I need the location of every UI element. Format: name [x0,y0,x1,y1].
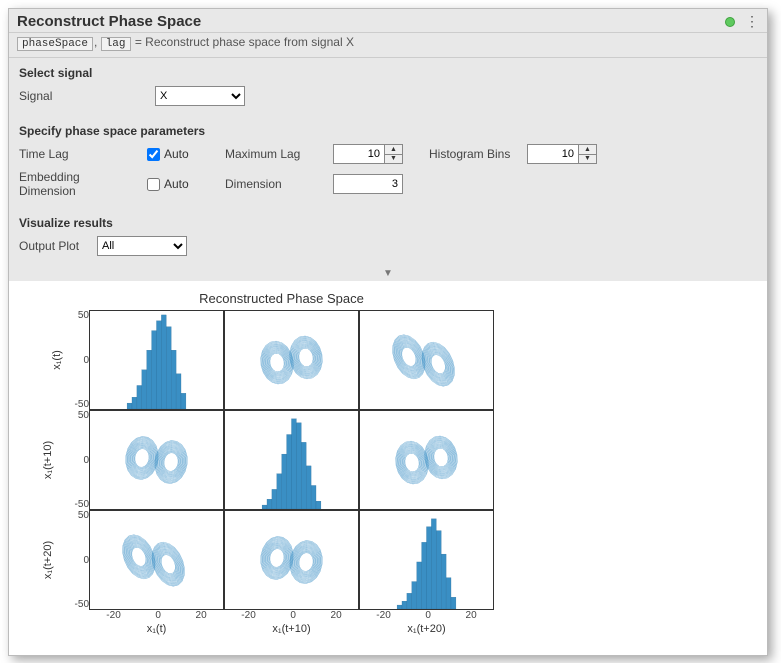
time-lag-auto-checkbox[interactable] [147,148,160,161]
xlabel-1: x₁(t+10) [224,623,359,635]
xtick: 0 [425,610,431,621]
ytick: 50 [78,310,89,321]
panel-title: Reconstruct Phase Space [17,13,725,30]
hist-bins-down-icon[interactable]: ▼ [579,155,596,164]
max-lag-input[interactable] [334,145,384,163]
select-signal-title: Select signal [19,66,757,80]
output-plot-label: Output Plot [19,239,89,253]
subplot-2-2 [359,510,494,610]
xlabel-2: x₁(t+20) [359,623,494,635]
ytick: -50 [75,399,89,410]
params-title: Specify phase space parameters [19,124,757,138]
plot-area: Reconstructed Phase Space x₁(t) x₁(t+10)… [9,281,767,655]
visualize-section: Visualize results Output Plot All [9,208,767,266]
reconstruct-phase-space-panel: Reconstruct Phase Space ⋮ phaseSpace, la… [8,8,768,656]
xtick: 20 [196,610,207,621]
emb-dim-auto-label: Auto [164,177,189,191]
emb-dim-auto-checkbox[interactable] [147,178,160,191]
signal-dropdown[interactable]: X [155,86,245,106]
chart-title: Reconstructed Phase Space [79,291,484,306]
output-plot-dropdown[interactable]: All [97,236,187,256]
emb-dim-label: Embedding Dimension [19,170,139,198]
select-signal-section: Select signal Signal X [9,58,767,116]
xlabel-0: x₁(t) [89,623,224,635]
subplot-0-1 [224,310,359,410]
dimension-label: Dimension [225,177,325,191]
syntax-row: phaseSpace, lag = Reconstruct phase spac… [9,33,767,58]
xtick: -20 [376,610,390,621]
max-lag-down-icon[interactable]: ▼ [385,155,402,164]
max-lag-up-icon[interactable]: ▲ [385,145,402,155]
time-lag-label: Time Lag [19,147,139,161]
ylabel-2: x₁(t+20) [42,541,54,579]
hist-bins-up-icon[interactable]: ▲ [579,145,596,155]
xtick: 20 [331,610,342,621]
panel-titlebar: Reconstruct Phase Space ⋮ [9,9,767,33]
scatter-matrix [89,310,494,610]
hist-bins-label: Histogram Bins [429,147,519,161]
ylabel-1: x₁(t+10) [42,441,54,479]
subplot-2-1 [224,510,359,610]
time-lag-auto-label: Auto [164,147,189,161]
subplot-1-2 [359,410,494,510]
xtick: -20 [241,610,255,621]
dimension-input[interactable] [333,174,403,194]
subplot-1-0 [89,410,224,510]
subplot-0-2 [359,310,494,410]
xtick: 0 [155,610,161,621]
hist-bins-spinner[interactable]: ▲ ▼ [527,144,597,164]
kebab-menu-icon[interactable]: ⋮ [745,13,759,30]
params-section: Specify phase space parameters Time Lag … [9,116,767,208]
subplot-0-0 [89,310,224,410]
subplot-2-0 [89,510,224,610]
syntax-description: = Reconstruct phase space from signal X [135,35,354,49]
visualize-title: Visualize results [19,216,757,230]
ylabel-0: x₁(t) [51,350,63,370]
signal-label: Signal [19,89,79,103]
ytick: -50 [75,499,89,510]
output-var-1: phaseSpace [17,37,93,51]
output-var-2: lag [101,37,131,51]
xtick: 0 [290,610,296,621]
subplot-1-1 [224,410,359,510]
max-lag-label: Maximum Lag [225,147,325,161]
ytick: 50 [78,410,89,421]
ytick: -50 [75,599,89,610]
status-indicator-icon [725,17,735,27]
max-lag-spinner[interactable]: ▲ ▼ [333,144,403,164]
ytick: 50 [78,510,89,521]
collapse-handle-icon[interactable]: ▼ [9,266,767,281]
hist-bins-input[interactable] [528,145,578,163]
xtick: 20 [466,610,477,621]
xtick: -20 [106,610,120,621]
